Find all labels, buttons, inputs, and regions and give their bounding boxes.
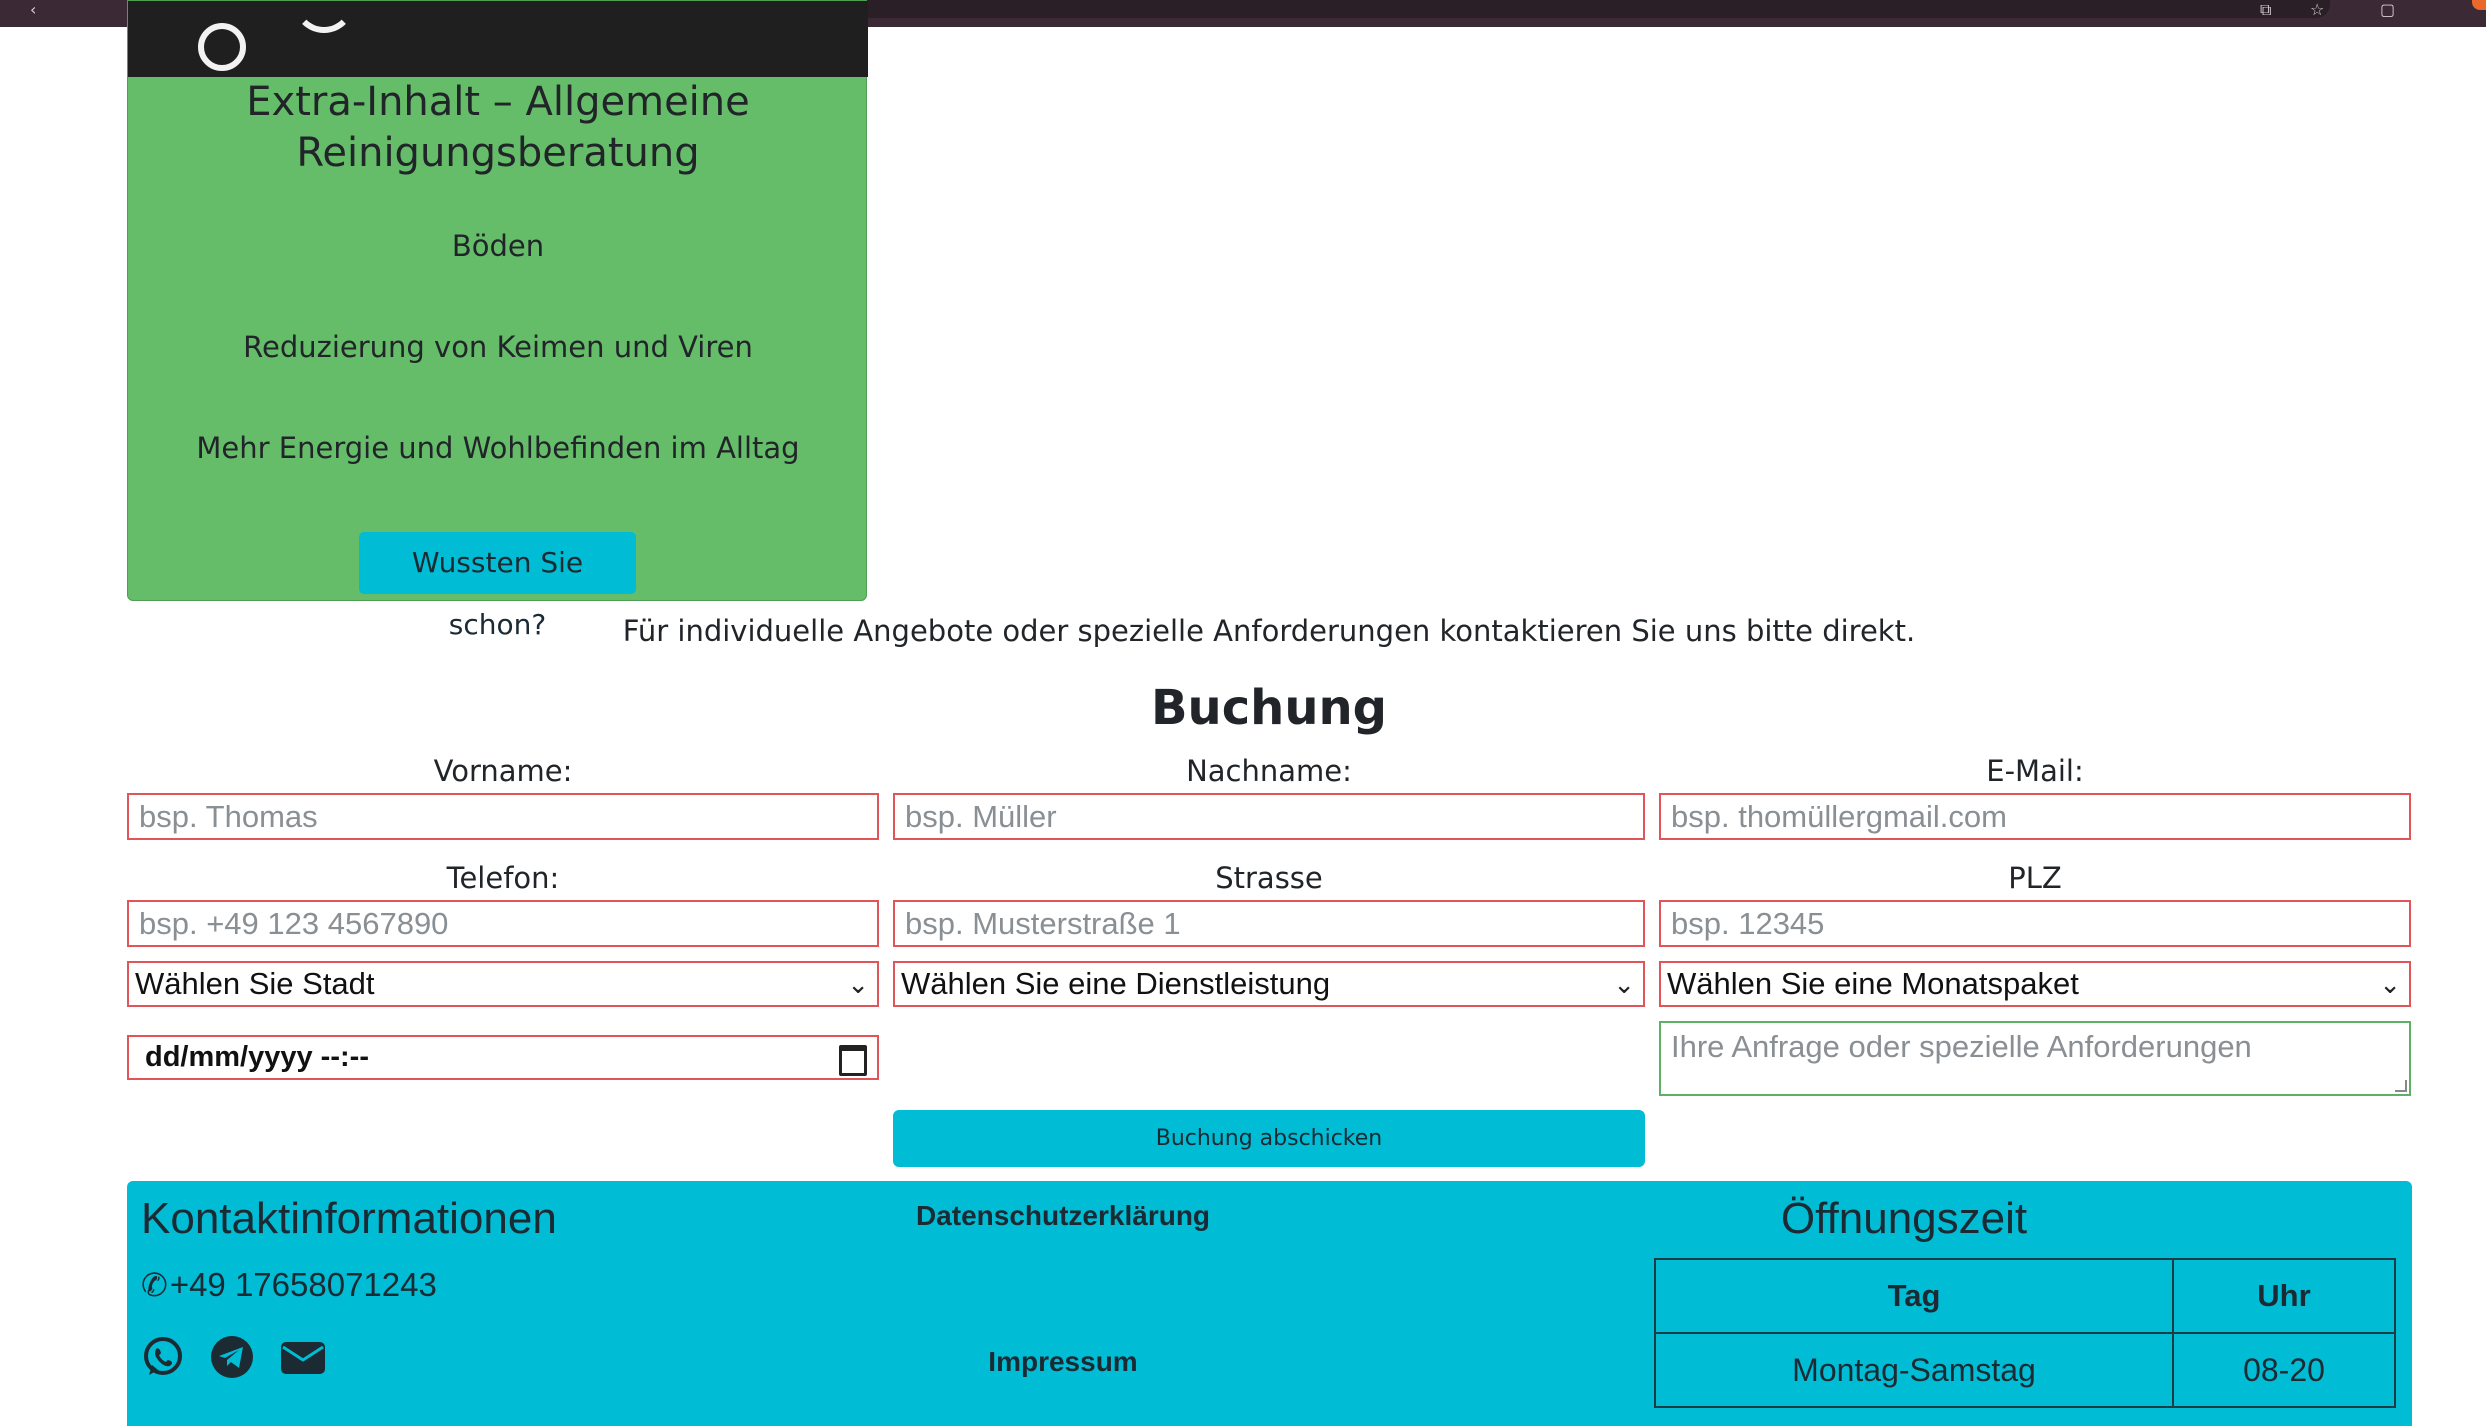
strasse-input[interactable]: bsp. Musterstraße 1: [893, 900, 1645, 947]
chevron-down-icon: ⌄: [1613, 969, 1635, 999]
submit-booking-button[interactable]: Buchung abschicken: [893, 1110, 1645, 1167]
window-icon[interactable]: ▢: [2380, 2, 2395, 18]
calendar-icon[interactable]: [839, 1045, 867, 1076]
telefon-input[interactable]: bsp. +49 123 4567890: [127, 900, 879, 947]
did-you-know-button[interactable]: Wussten Sie schon?: [359, 532, 636, 641]
nachname-input[interactable]: bsp. Müller: [893, 793, 1645, 840]
card-item: Böden: [451, 229, 545, 263]
contact-title: Kontaktinformationen: [141, 1194, 557, 1243]
card-title-line-2: Reinigungsberatung: [296, 130, 700, 176]
vorname-label: Vorname:: [433, 754, 573, 788]
table-header: Tag: [1654, 1258, 2174, 1334]
email-input[interactable]: bsp. thomüllergmail.com: [1659, 793, 2411, 840]
back-icon[interactable]: ‹: [30, 2, 36, 18]
privacy-link[interactable]: Datenschutzerklärung: [833, 1198, 1293, 1234]
phone-text: +49 17658071243: [169, 1266, 437, 1303]
info-card: Extra-Inhalt – Allgemeine Reinigungsbera…: [127, 0, 868, 641]
envelope-icon[interactable]: [279, 1335, 327, 1379]
package-select[interactable]: Wählen Sie eine Monatspaket ⌄: [1659, 961, 2411, 1007]
whatsapp-icon[interactable]: [141, 1335, 185, 1379]
share-icon[interactable]: ⧉: [2260, 2, 2271, 18]
chevron-down-icon: ⌄: [2379, 969, 2401, 999]
telegram-icon[interactable]: [210, 1335, 254, 1379]
phone-number[interactable]: ✆+49 17658071243: [141, 1264, 437, 1306]
datetime-value: dd/mm/yyyy --:--: [145, 1041, 369, 1073]
strasse-label: Strasse: [1215, 861, 1323, 895]
booking-title: Buchung: [1150, 680, 1388, 736]
footer: Kontaktinformationen ✆+49 17658071243 Da…: [127, 1181, 2412, 1426]
plz-input[interactable]: bsp. 12345: [1659, 900, 2411, 947]
package-select-value: Wählen Sie eine Monatspaket: [1667, 966, 2079, 1001]
opening-hours-title: Öffnungszeit: [1780, 1194, 2028, 1243]
imprint-link[interactable]: Impressum: [833, 1344, 1293, 1380]
nachname-label: Nachname:: [1186, 754, 1352, 788]
phone-icon: ✆: [141, 1267, 168, 1303]
table-header-row: Tag Uhr: [1654, 1258, 2396, 1334]
city-select-value: Wählen Sie Stadt: [135, 966, 375, 1001]
plz-label: PLZ: [2008, 861, 2062, 895]
chalk-circle-icon: [198, 23, 246, 71]
datetime-input[interactable]: dd/mm/yyyy --:--: [127, 1035, 879, 1080]
card-title-line-1: Extra-Inhalt – Allgemeine: [246, 79, 750, 125]
table-header: Uhr: [2172, 1258, 2396, 1334]
email-label: E-Mail:: [1986, 754, 2084, 788]
card-title: Extra-Inhalt – Allgemeine Reinigungsbera…: [128, 77, 868, 179]
service-select-value: Wählen Sie eine Dienstleistung: [901, 966, 1331, 1001]
table-row: Montag-Samstag 08-20: [1654, 1332, 2396, 1408]
card-item: Mehr Energie und Wohlbefinden im Alltag: [196, 431, 800, 465]
request-placeholder: Ihre Anfrage oder spezielle Anforderunge…: [1671, 1029, 2252, 1064]
star-icon[interactable]: ☆: [2310, 2, 2324, 18]
service-select[interactable]: Wählen Sie eine Dienstleistung ⌄: [893, 961, 1645, 1007]
vorname-input[interactable]: bsp. Thomas: [127, 793, 879, 840]
contact-note: Für individuelle Angebote oder spezielle…: [622, 614, 1916, 648]
chevron-down-icon: ⌄: [847, 969, 869, 999]
resize-handle-icon[interactable]: [2395, 1080, 2407, 1092]
card-item: Reduzierung von Keimen und Viren: [243, 330, 753, 364]
chalk-arc-icon: [293, 1, 355, 33]
table-cell: 08-20: [2172, 1332, 2396, 1408]
telefon-label: Telefon:: [446, 861, 560, 895]
profile-icon[interactable]: [2472, 0, 2486, 10]
opening-hours-table: Tag Uhr Montag-Samstag 08-20: [1654, 1258, 2396, 1408]
card-image: [128, 1, 868, 77]
table-cell: Montag-Samstag: [1654, 1332, 2174, 1408]
city-select[interactable]: Wählen Sie Stadt ⌄: [127, 961, 879, 1007]
request-textarea[interactable]: Ihre Anfrage oder spezielle Anforderunge…: [1659, 1021, 2411, 1096]
